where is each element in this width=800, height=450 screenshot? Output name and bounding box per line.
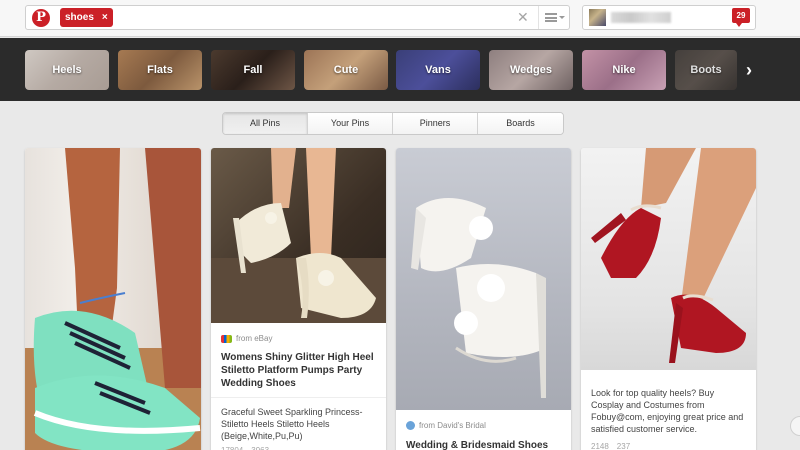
search-token-label: shoes — [65, 12, 94, 23]
guide-label: Vans — [425, 64, 451, 76]
hamburger-icon — [545, 13, 557, 22]
tab-your-pins[interactable]: Your Pins — [308, 113, 393, 134]
guide-label: Wedges — [510, 64, 552, 76]
clear-search-icon[interactable]: ✕ — [517, 10, 529, 25]
repin-count: 2148 — [591, 442, 609, 450]
guide-flats[interactable]: Flats — [118, 50, 202, 90]
notification-badge[interactable]: 29 — [732, 8, 750, 27]
guide-cute[interactable]: Cute — [304, 50, 388, 90]
chevron-down-icon — [559, 16, 565, 19]
bridal-sandals-image — [411, 198, 546, 398]
guide-wedges[interactable]: Wedges — [489, 50, 573, 90]
divider — [211, 397, 386, 398]
scroll-to-top-button[interactable] — [790, 416, 800, 436]
pin-source-label: from eBay — [236, 334, 273, 343]
user-menu[interactable]: 29 — [582, 5, 756, 30]
pin-image[interactable] — [211, 148, 386, 323]
avatar[interactable] — [589, 9, 606, 26]
pin-source-label: from David's Bridal — [419, 421, 486, 430]
result-tabs: All Pins Your Pins Pinners Boards — [222, 112, 564, 135]
pin-stats: 17804 3963 — [221, 446, 269, 450]
guide-label: Nike — [612, 64, 636, 76]
sneakers-image — [25, 148, 201, 450]
tab-pinners[interactable]: Pinners — [393, 113, 478, 134]
top-header: P shoes × ✕ 29 — [0, 0, 800, 37]
guide-label: Cute — [333, 64, 359, 76]
guide-label: Boots — [690, 64, 722, 76]
like-count: 3963 — [251, 446, 269, 450]
pin-image[interactable] — [25, 148, 201, 450]
menu-button[interactable] — [538, 6, 571, 29]
pin-source[interactable]: from David's Bridal — [406, 421, 486, 430]
chevron-right-icon[interactable]: › — [736, 55, 762, 85]
like-count: 237 — [616, 442, 631, 450]
remove-token-icon[interactable]: × — [102, 8, 108, 27]
guide-nike[interactable]: Nike — [582, 50, 666, 90]
username-blurred — [611, 12, 671, 23]
pin-card[interactable]: from David's Bridal Wedding & Bridesmaid… — [396, 148, 571, 450]
pinterest-logo-icon[interactable]: P — [32, 9, 50, 27]
red-heels-image — [591, 148, 756, 363]
guide-label: Heels — [52, 64, 82, 76]
pin-image[interactable] — [396, 148, 571, 410]
repin-count: 17804 — [221, 446, 243, 450]
guide-label: Flats — [147, 64, 173, 76]
tab-boards[interactable]: Boards — [478, 113, 563, 134]
pin-title[interactable]: Wedding & Bridesmaid Shoes — [406, 439, 563, 450]
search-bar[interactable]: P shoes × ✕ — [25, 5, 570, 30]
ebay-icon — [221, 334, 232, 343]
pin-card[interactable]: Look for top quality heels? Buy Cosplay … — [581, 148, 756, 450]
search-token[interactable]: shoes × — [60, 8, 113, 27]
guide-vans[interactable]: Vans — [396, 50, 480, 90]
pin-card[interactable] — [25, 148, 201, 450]
pin-image[interactable] — [581, 148, 756, 370]
guide-fall[interactable]: Fall — [211, 50, 295, 90]
source-icon — [406, 421, 415, 430]
pin-title[interactable]: Womens Shiny Glitter High Heel Stiletto … — [221, 351, 378, 390]
tab-all-pins[interactable]: All Pins — [223, 113, 308, 134]
guided-search-bar: Heels Flats Fall Cute Vans Wedges Nike B… — [0, 38, 800, 101]
guide-heels[interactable]: Heels — [25, 50, 109, 90]
guide-label: Fall — [243, 64, 263, 76]
pin-card[interactable]: from eBay Womens Shiny Glitter High Heel… — [211, 148, 386, 450]
pin-description: Look for top quality heels? Buy Cosplay … — [591, 388, 744, 434]
pin-description: Graceful Sweet Sparkling Princess-Stilet… — [221, 407, 363, 441]
pin-source[interactable]: from eBay — [221, 334, 272, 343]
guide-boots[interactable]: Boots — [675, 50, 737, 90]
pin-stats: 2148 237 — [591, 442, 630, 450]
glitter-heels-image — [211, 148, 386, 323]
